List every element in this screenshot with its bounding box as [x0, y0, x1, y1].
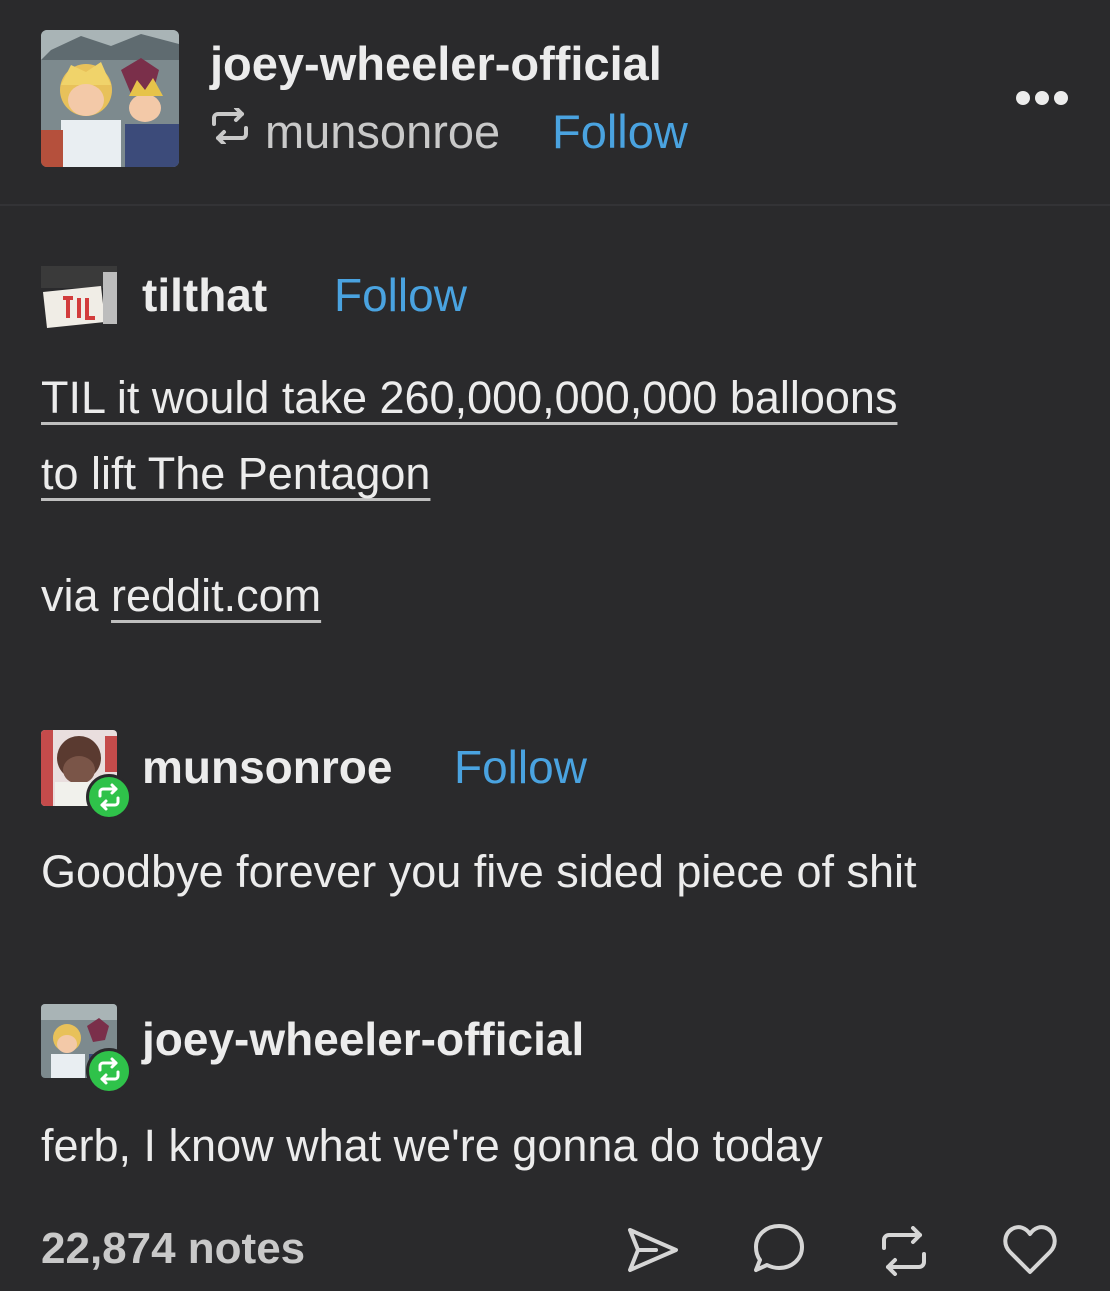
trail-username[interactable]: joey-wheeler-official	[142, 1012, 584, 1066]
follow-button[interactable]: Follow	[552, 104, 688, 159]
like-icon[interactable]	[1002, 1224, 1058, 1276]
via-source: via reddit.com	[41, 570, 321, 622]
reblog-icon[interactable]	[876, 1226, 932, 1276]
tilthat-avatar[interactable]	[41, 262, 117, 330]
til-link-line-2[interactable]: to lift The Pentagon	[41, 448, 430, 499]
via-prefix: via	[41, 570, 112, 621]
trail-username[interactable]: tilthat	[142, 268, 267, 322]
more-horizontal-icon[interactable]	[1014, 88, 1070, 108]
til-link-continued[interactable]: to lift The Pentagon	[41, 448, 430, 500]
reblog-badge-icon	[86, 1048, 132, 1094]
til-link[interactable]: TIL it would take 260,000,000,000 balloo…	[41, 372, 897, 424]
trail-username[interactable]: munsonroe	[142, 740, 392, 794]
trail-text: Goodbye forever you five sided piece of …	[41, 846, 917, 897]
header-divider	[0, 204, 1110, 206]
trail-text: ferb, I know what we're gonna do today	[41, 1120, 823, 1171]
notes-count[interactable]: 22,874 notes	[41, 1224, 305, 1274]
reblog-icon	[208, 106, 256, 148]
follow-button[interactable]: Follow	[454, 740, 587, 794]
reblogged-from-link[interactable]: munsonroe	[265, 104, 500, 159]
til-link-line-1[interactable]: TIL it would take 260,000,000,000 balloo…	[41, 372, 897, 423]
source-link[interactable]: reddit.com	[111, 570, 321, 621]
share-icon[interactable]	[626, 1226, 680, 1274]
header-avatar[interactable]	[41, 30, 179, 167]
reblogger-blog-name[interactable]: joey-wheeler-official	[210, 36, 662, 91]
comment-icon[interactable]	[752, 1222, 806, 1276]
follow-button[interactable]: Follow	[334, 268, 467, 322]
reblog-badge-icon	[86, 774, 132, 820]
